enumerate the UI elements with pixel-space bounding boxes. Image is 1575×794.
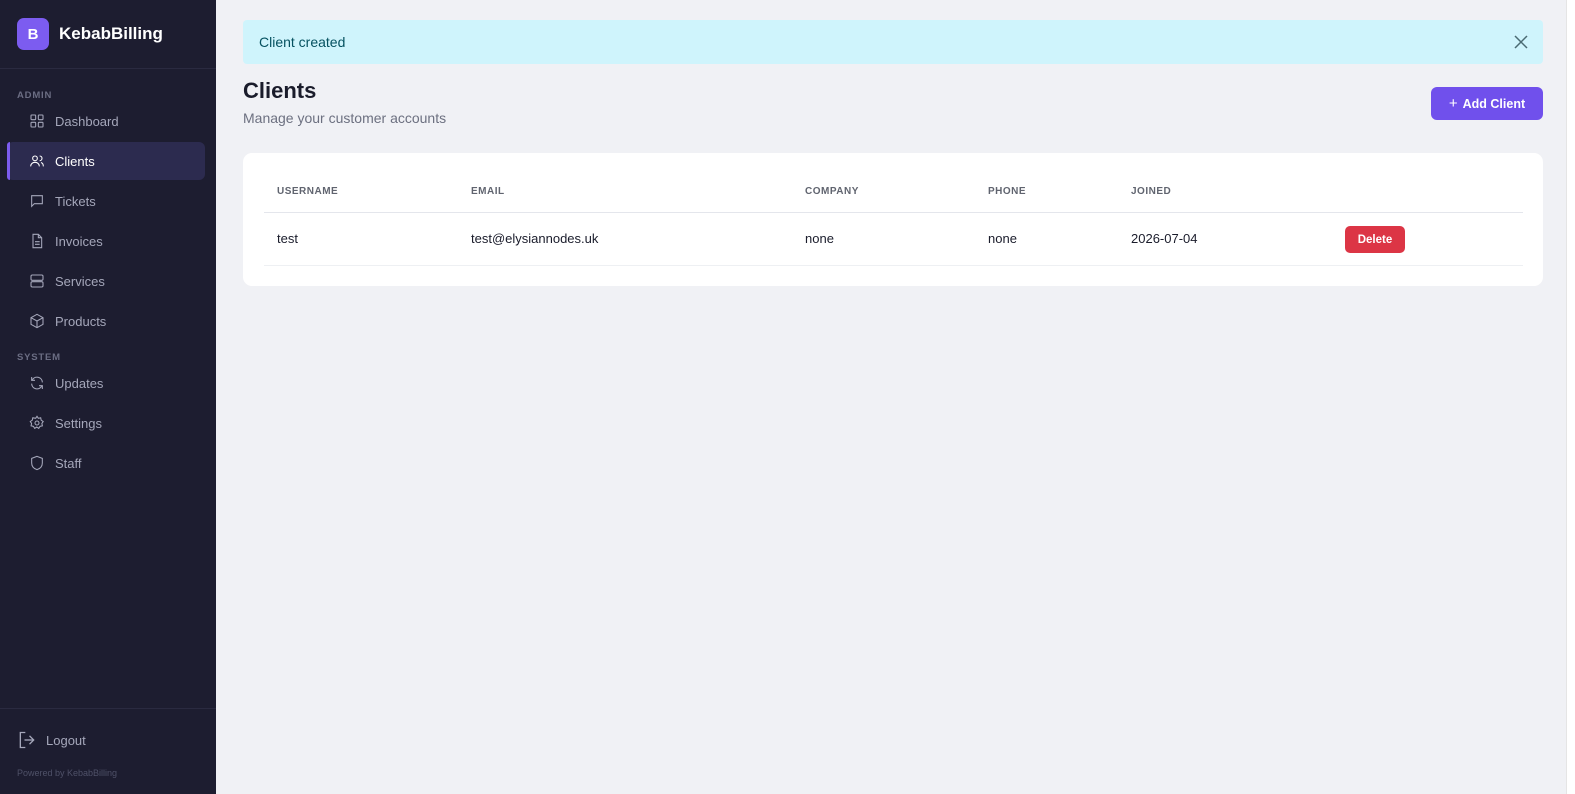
sidebar-item-label: Updates <box>55 375 104 391</box>
sidebar-item-settings[interactable]: Settings <box>7 404 205 442</box>
brand-name: KebabBilling <box>59 24 163 43</box>
sidebar-item-label: Clients <box>55 153 95 169</box>
sidebar-item-label: Products <box>55 313 107 329</box>
delete-button[interactable]: Delete <box>1345 226 1405 253</box>
close-icon[interactable] <box>1511 32 1531 52</box>
sidebar-item-staff[interactable]: Staff <box>7 444 205 482</box>
column-header-company: COMPANY <box>805 186 859 197</box>
brand[interactable]: B KebabBilling <box>0 0 216 69</box>
grid-icon <box>29 113 45 129</box>
sidebar-item-products[interactable]: Products <box>7 302 205 340</box>
users-icon <box>29 153 45 169</box>
message-square-icon <box>29 193 45 209</box>
sidebar-item-updates[interactable]: Updates <box>7 364 205 402</box>
sidebar-footer: Logout Powered by KebabBilling <box>0 708 216 794</box>
nav-section-system: SYSTEM <box>17 352 61 363</box>
alert-message: Client created <box>259 34 346 50</box>
add-client-label: Add Client <box>1462 96 1526 111</box>
sidebar-item-label: Services <box>55 273 105 289</box>
sidebar-item-clients[interactable]: Clients <box>7 142 205 180</box>
nav-section-admin: ADMIN <box>17 90 53 101</box>
sidebar-item-label: Settings <box>55 415 102 431</box>
column-header-username: USERNAME <box>277 186 339 197</box>
powered-by: Powered by KebabBilling <box>17 768 118 778</box>
sidebar-item-invoices[interactable]: Invoices <box>7 222 205 260</box>
sidebar-item-tickets[interactable]: Tickets <box>7 182 205 220</box>
column-header-email: EMAIL <box>471 186 505 197</box>
sidebar-item-services[interactable]: Services <box>7 262 205 300</box>
cell-company: none <box>805 231 834 246</box>
logout-icon <box>19 731 35 749</box>
table-header: USERNAME EMAIL COMPANY PHONE JOINED <box>264 171 1523 213</box>
cell-email: test@elysiannodes.uk <box>471 231 599 246</box>
column-header-joined: JOINED <box>1131 186 1172 197</box>
table-row: test test@elysiannodes.uk none none 2026… <box>264 213 1523 266</box>
refresh-icon <box>29 375 45 391</box>
sidebar: B KebabBilling ADMIN Dashboard Clients T… <box>0 0 216 794</box>
logout-label: Logout <box>46 732 86 748</box>
success-alert: Client created <box>243 20 1543 64</box>
scrollbar[interactable] <box>1566 0 1575 794</box>
sidebar-item-label: Staff <box>55 455 82 471</box>
brand-logo: B <box>17 18 49 50</box>
sidebar-item-dashboard[interactable]: Dashboard <box>7 102 205 140</box>
app-root: B KebabBilling ADMIN Dashboard Clients T… <box>0 0 1575 794</box>
server-icon <box>29 273 45 289</box>
page-subtitle: Manage your customer accounts <box>243 110 447 126</box>
cell-username: test <box>277 231 298 246</box>
sidebar-item-label: Dashboard <box>55 113 119 129</box>
clients-table: USERNAME EMAIL COMPANY PHONE JOINED test… <box>264 171 1523 266</box>
package-icon <box>29 313 45 329</box>
cell-phone: none <box>988 231 1017 246</box>
cell-joined: 2026-07-04 <box>1131 231 1198 246</box>
add-client-button[interactable]: + Add Client <box>1431 87 1543 120</box>
shield-icon <box>29 455 45 471</box>
clients-card: USERNAME EMAIL COMPANY PHONE JOINED test… <box>243 153 1543 286</box>
logout-button[interactable]: Logout <box>17 730 86 750</box>
gear-icon <box>29 415 45 431</box>
main-content: Client created Clients Manage your custo… <box>216 0 1575 794</box>
file-text-icon <box>29 233 45 249</box>
plus-icon: + <box>1448 95 1458 112</box>
column-header-phone: PHONE <box>988 186 1027 197</box>
page-title: Clients <box>243 78 317 103</box>
sidebar-item-label: Invoices <box>55 233 103 249</box>
sidebar-item-label: Tickets <box>55 193 96 209</box>
